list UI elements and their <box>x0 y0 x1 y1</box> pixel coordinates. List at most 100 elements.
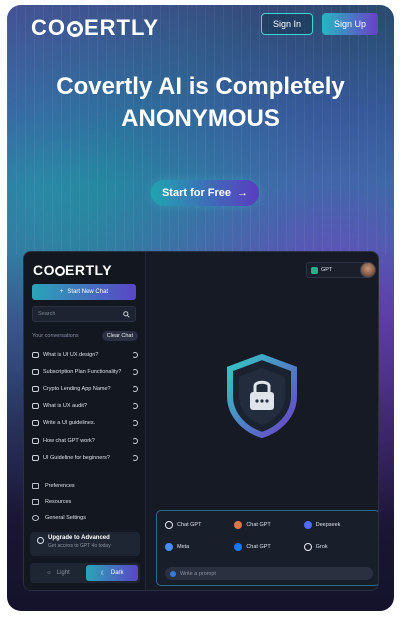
claude-icon <box>234 521 243 529</box>
upgrade-title: Upgrade to Advanced <box>48 535 110 541</box>
conversation-item[interactable]: Write a UI guidelines. <box>32 415 138 432</box>
model-option[interactable]: Chat GPT <box>234 541 303 553</box>
arrow-right-icon: → <box>237 187 249 199</box>
conversation-list: What is UI UX design? Subscription Plan … <box>32 346 138 466</box>
openai-icon <box>165 521 173 529</box>
conversation-title: How chat GPT work? <box>43 437 95 444</box>
history-icon[interactable] <box>132 403 138 410</box>
conversation-title: Write a UI guidelines. <box>43 420 96 427</box>
eye-icon <box>67 21 83 37</box>
model-name: Meta <box>177 544 190 550</box>
conversation-item[interactable]: What is UI UX design? <box>32 346 138 363</box>
chat-main-area: GPT Chat GPT Chat GPT Deepseek Meta Chat… <box>146 252 378 590</box>
history-icon[interactable] <box>132 368 138 375</box>
conversations-header: Your conversations Clear Chat <box>32 330 138 342</box>
sidebar-menu: Preferences Resources General Settings <box>32 478 138 526</box>
conversation-item[interactable]: UI Guideline for beginners? <box>32 449 138 466</box>
layers-icon <box>32 499 39 505</box>
new-chat-label: Start New Chat <box>67 289 109 295</box>
conversation-title: Crypto Lending App Name? <box>43 385 111 392</box>
chat-bubble-icon <box>32 437 39 444</box>
upgrade-card[interactable]: Upgrade to Advanced Get access to GPT 4o… <box>30 532 140 556</box>
avatar[interactable] <box>360 262 376 278</box>
conversation-title: What is UI UX design? <box>43 351 99 358</box>
conversation-item[interactable]: How chat GPT work? <box>32 432 138 449</box>
chat-bubble-icon <box>32 403 39 410</box>
conversation-item[interactable]: Subscription Plan Functionality? <box>32 363 138 380</box>
sliders-icon <box>32 483 39 489</box>
prompt-model-icon <box>170 570 176 577</box>
conversation-title: What is UX audit? <box>43 403 88 410</box>
model-name: Deepseek <box>315 522 341 528</box>
hero-title: Covertly AI is Completely ANONYMOUS <box>7 71 394 135</box>
menu-label: General Settings <box>45 515 86 521</box>
upgrade-icon <box>37 537 44 544</box>
eye-icon <box>55 266 65 276</box>
theme-dark-option[interactable]: ☾ Dark <box>86 565 138 581</box>
model-grid: Chat GPT Chat GPT Deepseek Meta Chat GPT… <box>165 519 373 553</box>
shield-lock-icon <box>227 354 297 438</box>
sidebar-item-general-settings[interactable]: General Settings <box>32 510 138 526</box>
theme-dark-label: Dark <box>110 570 124 576</box>
model-option[interactable]: Deepseek <box>303 519 373 531</box>
chat-bubble-icon <box>32 420 39 427</box>
history-icon[interactable] <box>132 351 138 358</box>
chat-bubble-icon <box>32 368 39 375</box>
hero-title-line1: Covertly AI is Completely <box>56 73 345 100</box>
history-icon[interactable] <box>132 454 138 461</box>
theme-light-option[interactable]: ☼ Light <box>32 565 84 581</box>
sign-up-button[interactable]: Sign Up <box>322 13 378 35</box>
app-brand-logo[interactable]: CO ERTLY <box>33 262 112 278</box>
conversation-item[interactable]: What is UX audit? <box>32 398 138 415</box>
model-name: Chat GPT <box>177 522 202 528</box>
sidebar-item-resources[interactable]: Resources <box>32 494 138 510</box>
conversation-item[interactable]: Crypto Lending App Name? <box>32 380 138 397</box>
brand-logo[interactable]: CO ERTLY <box>31 15 159 41</box>
openai-icon <box>311 266 318 274</box>
menu-label: Resources <box>45 499 72 505</box>
prompt-panel: Chat GPT Chat GPT Deepseek Meta Chat GPT… <box>156 510 378 586</box>
plus-icon: + <box>59 289 64 295</box>
search-placeholder: Search <box>38 311 56 317</box>
conversations-label: Your conversations <box>32 333 79 339</box>
menu-label: Preferences <box>45 483 75 489</box>
gemini-icon <box>165 543 173 551</box>
theme-toggle: ☼ Light ☾ Dark <box>30 563 140 583</box>
conversation-title: UI Guideline for beginners? <box>43 454 110 461</box>
hero-title-line2: ANONYMOUS <box>121 105 280 132</box>
sidebar: CO ERTLY + Start New Chat Search Your con… <box>24 252 146 590</box>
model-option[interactable]: Meta <box>165 541 234 553</box>
model-name: Chat GPT <box>246 544 271 550</box>
start-for-free-button[interactable]: Start for Free → <box>151 180 259 206</box>
search-input[interactable]: Search <box>32 306 136 322</box>
model-name: Chat GPT <box>246 522 271 528</box>
conversation-title: Subscription Plan Functionality? <box>43 368 122 375</box>
start-new-chat-button[interactable]: + Start New Chat <box>32 284 136 300</box>
model-option[interactable]: Chat GPT <box>234 519 303 531</box>
top-nav: CO ERTLY Sign In Sign Up <box>7 5 394 45</box>
history-icon[interactable] <box>132 437 138 444</box>
upgrade-subtitle: Get access to GPT 4o today <box>48 543 111 549</box>
sign-in-button[interactable]: Sign In <box>261 13 313 35</box>
model-selector-label: GPT <box>321 267 333 273</box>
theme-light-label: Light <box>56 570 70 576</box>
prompt-input[interactable]: Write a prompt <box>165 567 373 580</box>
history-icon[interactable] <box>132 385 138 392</box>
model-option[interactable]: Grok <box>303 541 373 553</box>
grok-icon <box>303 543 312 551</box>
meta-icon <box>234 543 243 551</box>
clear-chat-button[interactable]: Clear Chat <box>101 331 138 341</box>
landing-page: CO ERTLY Sign In Sign Up Covertly AI is C… <box>7 5 394 611</box>
search-icon <box>123 310 130 318</box>
app-preview-window: CO ERTLY + Start New Chat Search Your con… <box>23 251 379 591</box>
model-name: Grok <box>315 544 328 550</box>
model-option[interactable]: Chat GPT <box>165 519 234 531</box>
cta-label: Start for Free <box>161 187 232 199</box>
history-icon[interactable] <box>132 420 138 427</box>
prompt-placeholder: Write a prompt <box>180 570 216 577</box>
moon-icon: ☾ <box>100 570 106 577</box>
sun-icon: ☼ <box>46 570 52 576</box>
chat-bubble-icon <box>32 385 39 392</box>
chat-bubble-icon <box>32 351 39 358</box>
sidebar-item-preferences[interactable]: Preferences <box>32 478 138 494</box>
